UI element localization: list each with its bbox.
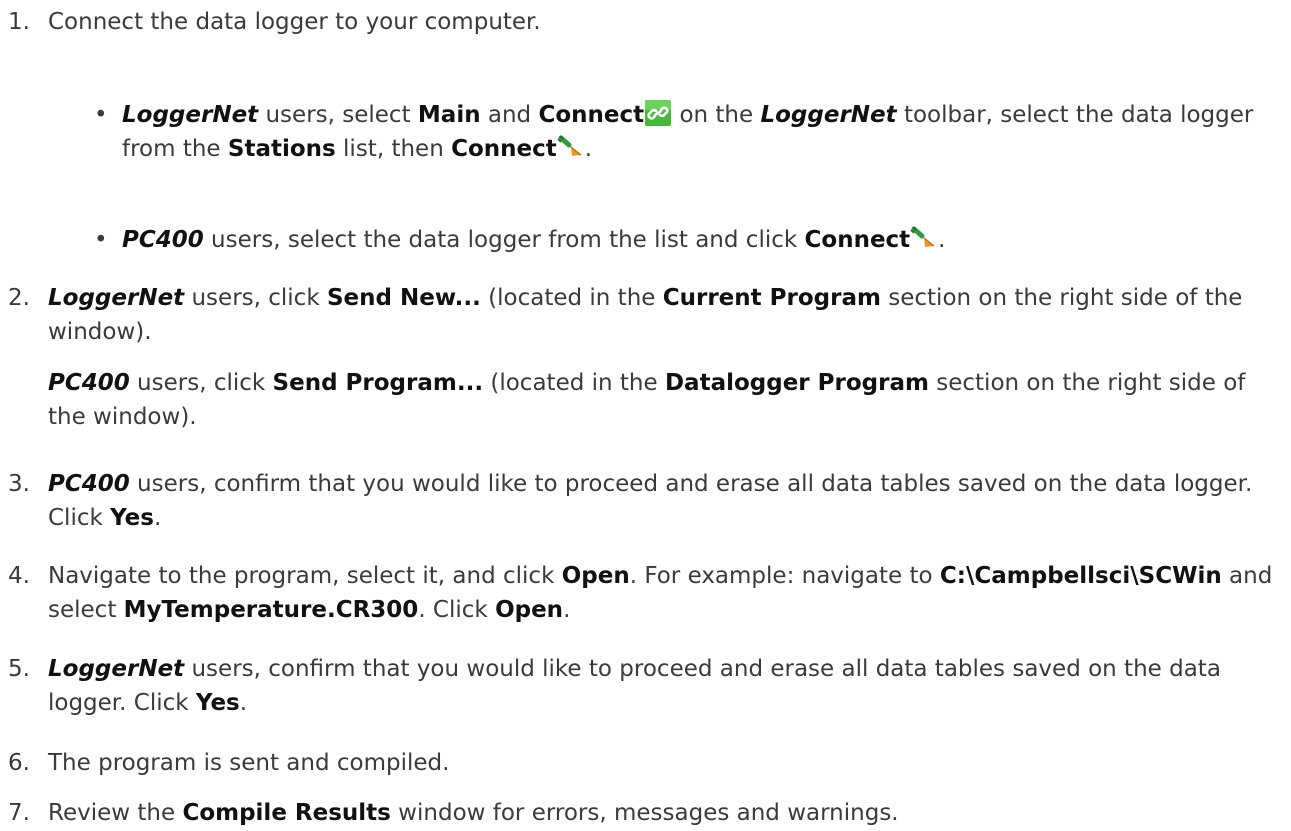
step-3: 3. PC400 users, confirm that you would l… xyxy=(8,467,1278,535)
bullet-dot: • xyxy=(94,102,108,128)
step-text: The program is sent and compiled. xyxy=(48,750,450,776)
step-number: 6. xyxy=(8,750,30,776)
step-number: 7. xyxy=(8,800,30,826)
step-text-loggernet: LoggerNet users, click Send New... (loca… xyxy=(48,285,1243,345)
bullet-pc400-connect: • PC400 users, select the data logger fr… xyxy=(94,223,1274,257)
plug-icon xyxy=(557,134,585,160)
step-text: Navigate to the program, select it, and … xyxy=(48,563,1273,623)
step-1: 1. Connect the data logger to your compu… xyxy=(8,5,1278,39)
step-number: 4. xyxy=(8,563,30,589)
bullet-text: LoggerNet users, select Main and Connect… xyxy=(122,100,1254,162)
step-text: LoggerNet users, confirm that you would … xyxy=(48,656,1221,716)
instructions-document: 1. Connect the data logger to your compu… xyxy=(0,0,1291,831)
step-number: 5. xyxy=(8,656,30,682)
step-text: Review the Compile Results window for er… xyxy=(48,800,899,826)
bullet-loggernet-connect: • LoggerNet users, select Main and Conne… xyxy=(94,98,1274,166)
step-text-pc400: PC400 users, click Send Program... (loca… xyxy=(48,370,1246,430)
step-2: 2. LoggerNet users, click Send New... (l… xyxy=(8,281,1278,434)
step-number: 1. xyxy=(8,9,30,35)
bullet-dot: • xyxy=(94,227,108,253)
step-text: Connect the data logger to your computer… xyxy=(48,9,541,35)
bullet-text: PC400 users, select the data logger from… xyxy=(122,225,946,253)
step-7: 7. Review the Compile Results window for… xyxy=(8,796,1278,830)
link-icon xyxy=(644,100,672,126)
step-number: 2. xyxy=(8,285,30,311)
step-text: PC400 users, confirm that you would like… xyxy=(48,471,1253,531)
step-number: 3. xyxy=(8,471,30,497)
step-5: 5. LoggerNet users, confirm that you wou… xyxy=(8,652,1278,720)
step-6: 6. The program is sent and compiled. xyxy=(8,746,1278,780)
step-4: 4. Navigate to the program, select it, a… xyxy=(8,559,1278,627)
plug-icon xyxy=(910,225,938,251)
